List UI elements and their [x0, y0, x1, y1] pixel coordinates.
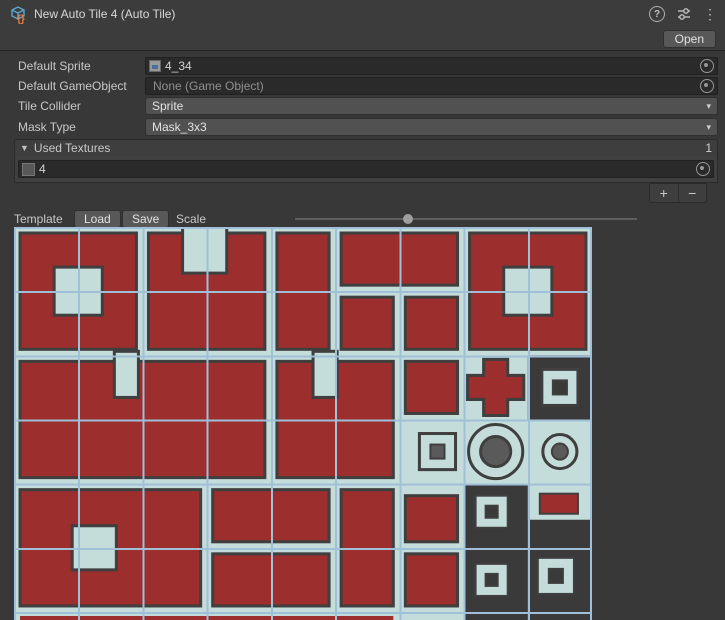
asset-title: New Auto Tile 4 (Auto Tile) — [34, 7, 175, 21]
presets-icon[interactable] — [677, 7, 691, 21]
svg-text:{}: {} — [17, 14, 25, 24]
object-picker-icon[interactable] — [696, 162, 710, 176]
used-textures-list: 4 — [14, 156, 718, 183]
add-item-button[interactable]: + — [650, 184, 678, 202]
default-sprite-value: 4_34 — [165, 59, 192, 73]
unity-inspector-window: {} New Auto Tile 4 (Auto Tile) ? ⋮ Open … — [0, 0, 725, 620]
scale-label: Scale — [176, 212, 206, 226]
chevron-down-icon: ▾ — [706, 122, 711, 133]
row-default-sprite: Default Sprite 4_34 — [0, 57, 725, 75]
load-button[interactable]: Load — [74, 210, 121, 228]
row-mask-type: Mask Type Mask_3x3 ▾ — [0, 118, 725, 136]
tile-collider-label: Tile Collider — [18, 99, 81, 113]
kebab-menu-icon[interactable]: ⋮ — [703, 7, 717, 21]
mask-type-value: Mask_3x3 — [152, 120, 207, 134]
template-label: Template — [14, 212, 63, 226]
tileset-preview-svg[interactable] — [14, 227, 592, 620]
mask-type-dropdown[interactable]: Mask_3x3 ▾ — [145, 118, 718, 136]
save-button[interactable]: Save — [122, 210, 169, 228]
row-default-gameobject: Default GameObject None (Game Object) — [0, 77, 725, 95]
texture-thumb-icon — [22, 163, 35, 176]
texture-item-field[interactable]: 4 — [18, 160, 714, 178]
used-textures-foldout[interactable]: ▼ Used Textures 1 — [14, 139, 718, 157]
object-picker-icon[interactable] — [700, 79, 714, 93]
asset-header-bar: Open — [0, 28, 725, 51]
default-gameobject-label: Default GameObject — [18, 79, 127, 93]
scale-slider-thumb[interactable] — [403, 214, 413, 224]
remove-item-button[interactable]: − — [678, 184, 707, 202]
default-sprite-label: Default Sprite — [18, 59, 91, 73]
default-sprite-field[interactable]: 4_34 — [145, 57, 718, 75]
tile-collider-dropdown[interactable]: Sprite ▾ — [145, 97, 718, 115]
inspector-header: {} New Auto Tile 4 (Auto Tile) ? ⋮ — [0, 0, 725, 28]
scale-slider[interactable] — [295, 218, 637, 220]
object-picker-icon[interactable] — [700, 59, 714, 73]
sprite-thumb-icon — [149, 60, 161, 72]
list-footer: + − — [649, 183, 707, 203]
default-gameobject-field[interactable]: None (Game Object) — [145, 77, 718, 95]
open-button[interactable]: Open — [663, 30, 716, 48]
mask-type-label: Mask Type — [18, 120, 76, 134]
texture-item-value: 4 — [39, 162, 46, 176]
row-tile-collider: Tile Collider Sprite ▾ — [0, 97, 725, 115]
used-textures-label: Used Textures — [34, 141, 110, 155]
tile-collider-value: Sprite — [152, 99, 183, 113]
tileset-preview[interactable] — [14, 227, 592, 620]
help-icon[interactable]: ? — [649, 6, 665, 22]
default-gameobject-value: None (Game Object) — [153, 79, 264, 93]
auto-tile-asset-icon: {} — [8, 4, 28, 24]
chevron-down-icon: ▾ — [706, 101, 711, 112]
foldout-arrow-icon: ▼ — [20, 143, 29, 153]
used-textures-count[interactable]: 1 — [705, 141, 712, 155]
